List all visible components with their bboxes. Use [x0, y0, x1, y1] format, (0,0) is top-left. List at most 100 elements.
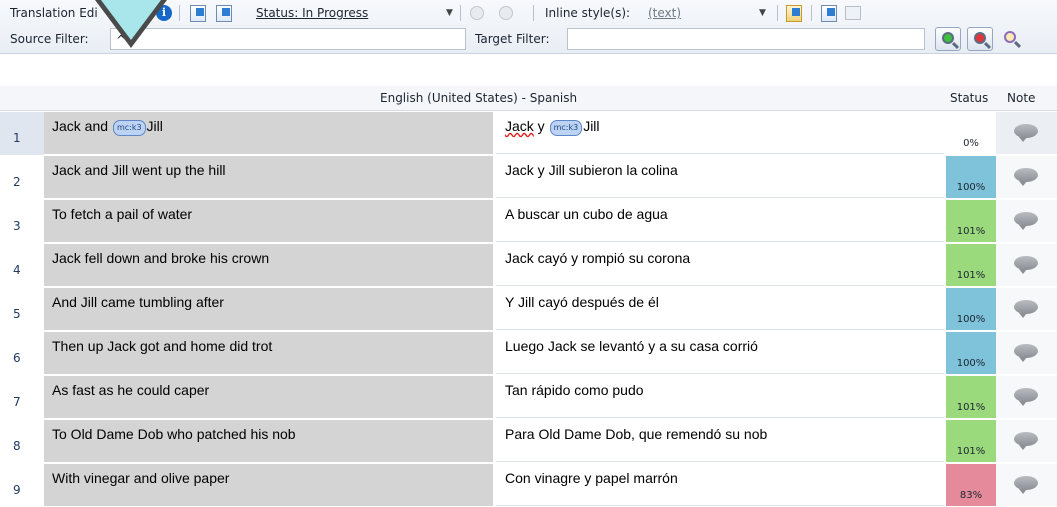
note-cell[interactable]: [996, 244, 1057, 286]
note-cell[interactable]: [996, 112, 1057, 154]
source-segment: To Old Dame Dob who patched his nob: [44, 420, 493, 462]
table-view-icon[interactable]: [845, 6, 861, 20]
inline-style-dropdown[interactable]: (text): [648, 6, 681, 20]
target-segment[interactable]: A buscar un cubo de agua: [496, 200, 944, 242]
editor-title: Translation Edi: [10, 6, 98, 20]
chevron-down-icon[interactable]: ▼: [446, 8, 453, 18]
toggle-off-icon[interactable]: [499, 6, 513, 20]
status-cell: 101%: [946, 244, 996, 286]
row-number: 1: [0, 112, 44, 155]
status-column-header[interactable]: Status: [950, 91, 988, 105]
target-filter-input[interactable]: [567, 28, 925, 50]
toolbar-separator: [811, 5, 812, 21]
comment-icon[interactable]: [1014, 212, 1038, 230]
import-document-icon[interactable]: [216, 5, 232, 22]
source-segment: Jack fell down and broke his crown: [44, 244, 493, 286]
status-cell: 100%: [946, 156, 996, 198]
comment-icon[interactable]: [1014, 256, 1038, 274]
callout-arrow: [101, 0, 161, 40]
table-row[interactable]: 1 Jack and mc:k3 Jill Jack y mc:k3 Jill 0%: [0, 112, 1057, 155]
copy-source-icon[interactable]: [786, 5, 802, 22]
comment-icon[interactable]: [1014, 124, 1038, 142]
table-row[interactable]: 7 As fast as he could caper Tan rápido com…: [0, 376, 1057, 419]
status-filter-dropdown[interactable]: Status: In Progress: [256, 6, 368, 20]
status-cell: 0%: [946, 112, 996, 154]
status-cell: 100%: [946, 288, 996, 330]
inline-tag: mc:k3: [112, 120, 146, 136]
toolbar-separator: [777, 5, 778, 21]
row-number: 5: [0, 288, 44, 331]
note-cell[interactable]: [996, 288, 1057, 330]
note-cell[interactable]: [996, 420, 1057, 462]
toolbar-separator: [179, 5, 180, 21]
target-text: y: [533, 118, 549, 134]
language-pair-header: English (United States) - Spanish: [380, 91, 578, 105]
search-icon: [942, 32, 954, 44]
preview-icon[interactable]: [821, 5, 837, 22]
export-document-icon[interactable]: [190, 5, 206, 22]
note-cell[interactable]: [996, 156, 1057, 198]
note-cell[interactable]: [996, 332, 1057, 374]
row-number: 7: [0, 376, 44, 419]
target-text: Jack: [505, 118, 534, 134]
row-number: 3: [0, 200, 44, 243]
target-segment[interactable]: Jack y mc:k3 Jill: [496, 112, 944, 154]
target-segment[interactable]: Jack cayó y rompió su corona: [496, 244, 944, 286]
status-cell: 101%: [946, 200, 996, 242]
source-segment: Jack and Jill went up the hill: [44, 156, 493, 198]
source-text: Jill: [146, 118, 163, 134]
chevron-down-icon[interactable]: ▼: [759, 8, 766, 18]
status-cell: 83%: [946, 464, 996, 506]
target-segment[interactable]: Jack y Jill subieron la colina: [496, 156, 944, 198]
source-segment: As fast as he could caper: [44, 376, 493, 418]
table-row[interactable]: 2 Jack and Jill went up the hill Jack y Ji…: [0, 156, 1057, 199]
source-segment: To fetch a pail of water: [44, 200, 493, 242]
source-segment: Then up Jack got and home did trot: [44, 332, 493, 374]
comment-icon[interactable]: [1014, 344, 1038, 362]
table-row[interactable]: 3 To fetch a pail of water A buscar un cub…: [0, 200, 1057, 243]
source-segment: And Jill came tumbling after: [44, 288, 493, 330]
source-segment: Jack and mc:k3 Jill: [44, 112, 493, 154]
comment-icon[interactable]: [1014, 300, 1038, 318]
table-row[interactable]: 5 And Jill came tumbling after Y Jill cayó…: [0, 288, 1057, 331]
status-cell: 101%: [946, 420, 996, 462]
inline-tag: mc:k3: [549, 120, 583, 136]
source-text: Jack and: [52, 118, 112, 134]
comment-icon[interactable]: [1014, 432, 1038, 450]
status-cell: 100%: [946, 332, 996, 374]
target-segment[interactable]: Luego Jack se levantó y a su casa corrió: [496, 332, 944, 374]
status-cell: 101%: [946, 376, 996, 418]
table-row[interactable]: 6 Then up Jack got and home did trot Luego…: [0, 332, 1057, 375]
target-filter-label: Target Filter:: [475, 32, 550, 46]
toolbar-separator: [533, 5, 534, 21]
table-row[interactable]: 8 To Old Dame Dob who patched his nob Para…: [0, 420, 1057, 463]
source-segment: With vinegar and olive paper: [44, 464, 493, 506]
table-row[interactable]: 4 Jack fell down and broke his crown Jack …: [0, 244, 1057, 287]
search-icon: [1004, 31, 1016, 43]
row-number: 4: [0, 244, 44, 287]
note-cell[interactable]: [996, 200, 1057, 242]
grid-header: English (United States) - Spanish Status…: [0, 86, 1057, 111]
apply-filter-button[interactable]: [935, 27, 961, 51]
row-number: 8: [0, 420, 44, 463]
comment-icon[interactable]: [1014, 168, 1038, 186]
row-number: 6: [0, 332, 44, 375]
search-clear-icon: [974, 32, 986, 44]
note-column-header[interactable]: Note: [1007, 91, 1035, 105]
table-row[interactable]: 9 With vinegar and olive paper Con vinagre…: [0, 464, 1057, 507]
note-cell[interactable]: [996, 464, 1057, 506]
toggle-off-icon[interactable]: [470, 6, 484, 20]
comment-icon[interactable]: [1014, 388, 1038, 406]
target-segment[interactable]: Tan rápido como pudo: [496, 376, 944, 418]
comment-icon[interactable]: [1014, 476, 1038, 494]
clear-filter-button[interactable]: [967, 27, 993, 51]
source-filter-label: Source Filter:: [10, 32, 89, 46]
toolbar-separator: [460, 5, 461, 21]
note-cell[interactable]: [996, 376, 1057, 418]
inline-style-label: Inline style(s):: [545, 6, 631, 20]
target-segment[interactable]: Para Old Dame Dob, que remendó su nob: [496, 420, 944, 462]
advanced-filter-button[interactable]: [998, 27, 1024, 51]
target-segment[interactable]: Y Jill cayó después de él: [496, 288, 944, 330]
target-segment[interactable]: Con vinagre y papel marrón: [496, 464, 944, 506]
target-text: Jill: [583, 118, 600, 134]
